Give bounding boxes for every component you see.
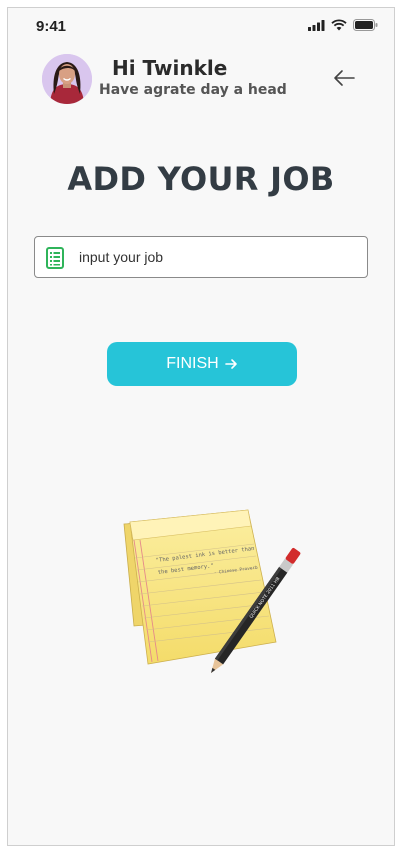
status-time: 9:41 bbox=[36, 18, 67, 35]
battery-icon bbox=[353, 19, 378, 31]
page-title: ADD YOUR JOB bbox=[67, 160, 335, 198]
job-input-container[interactable] bbox=[34, 236, 368, 278]
status-icons bbox=[308, 19, 378, 31]
finish-button[interactable]: FINISH bbox=[107, 342, 297, 386]
arrow-right-icon bbox=[224, 359, 237, 369]
notepad-pencil-illustration: "The palest ink is better than the best … bbox=[123, 509, 301, 673]
phone-screen: 9:41 Hi Twinkle Have agrate day a head A… bbox=[7, 7, 395, 846]
arrow-left-icon[interactable] bbox=[332, 68, 356, 88]
finish-button-label: FINISH bbox=[166, 355, 219, 372]
greeting-subtitle: Have agrate day a head bbox=[99, 82, 287, 98]
document-list-icon bbox=[46, 247, 64, 269]
avatar[interactable] bbox=[42, 54, 92, 104]
job-input[interactable] bbox=[79, 237, 359, 277]
wifi-icon bbox=[331, 19, 347, 31]
status-bar: 9:41 bbox=[8, 8, 394, 44]
greeting: Hi Twinkle bbox=[112, 56, 228, 80]
signal-icon bbox=[308, 19, 325, 31]
